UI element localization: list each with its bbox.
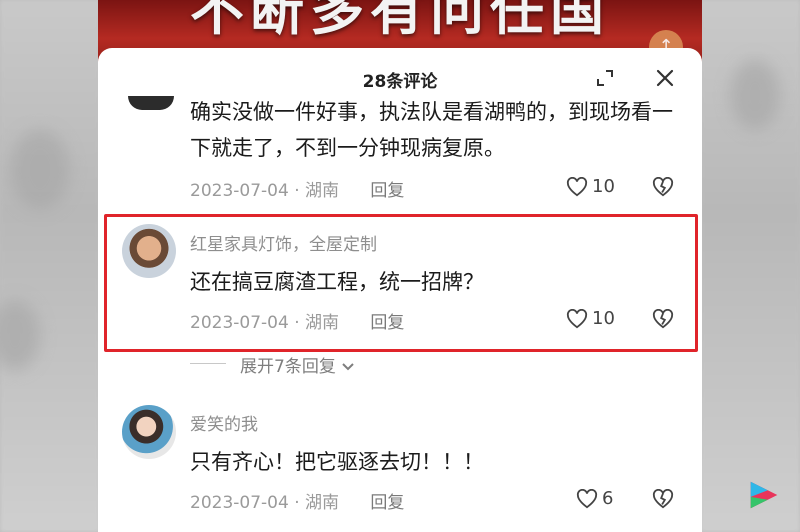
background-left bbox=[0, 0, 100, 532]
heart-icon bbox=[566, 176, 588, 196]
background-blur bbox=[730, 60, 780, 130]
avatar[interactable] bbox=[128, 96, 174, 110]
comment-username[interactable]: 爱笑的我 bbox=[190, 410, 258, 435]
comment-location: 湖南 bbox=[305, 493, 340, 513]
broken-heart-icon[interactable] bbox=[652, 177, 674, 197]
app-logo-icon bbox=[750, 481, 778, 509]
highlight-box bbox=[104, 214, 698, 352]
expand-icon[interactable] bbox=[595, 68, 615, 88]
video-caption: 不断多有问任国 bbox=[190, 0, 610, 42]
background-blur bbox=[10, 130, 70, 210]
heart-icon bbox=[576, 488, 598, 508]
like-button[interactable]: 10 bbox=[566, 176, 615, 197]
like-count: 6 bbox=[602, 488, 614, 509]
like-count: 10 bbox=[592, 176, 615, 197]
comment-text: 只有齐心！把它驱逐去切！！！ bbox=[190, 450, 484, 474]
comment-date: 2023-07-04 bbox=[190, 181, 289, 201]
reply-button[interactable]: 回复 bbox=[370, 493, 404, 513]
reply-button[interactable]: 回复 bbox=[370, 181, 404, 201]
comment-date: 2023-07-04 bbox=[190, 493, 289, 513]
comment-location: 湖南 bbox=[305, 181, 340, 201]
avatar[interactable] bbox=[122, 405, 176, 459]
like-button[interactable]: 6 bbox=[576, 488, 613, 509]
expand-replies-label: 展开7条回复 bbox=[240, 357, 336, 377]
divider bbox=[190, 363, 226, 364]
comment-text: 确实没做一件好事，执法队是看湖鸭的，到现场看一下就走了，不到一分钟现病复原。 bbox=[190, 100, 673, 160]
expand-replies-button[interactable]: 展开7条回复 bbox=[240, 352, 355, 377]
comment-meta: 2023-07-04 · 湖南 回复 bbox=[190, 493, 405, 513]
close-icon[interactable] bbox=[654, 67, 676, 89]
broken-heart-icon[interactable] bbox=[652, 489, 674, 509]
comment-meta: 2023-07-04 · 湖南 回复 bbox=[190, 181, 405, 201]
chevron-down-icon bbox=[342, 363, 354, 371]
